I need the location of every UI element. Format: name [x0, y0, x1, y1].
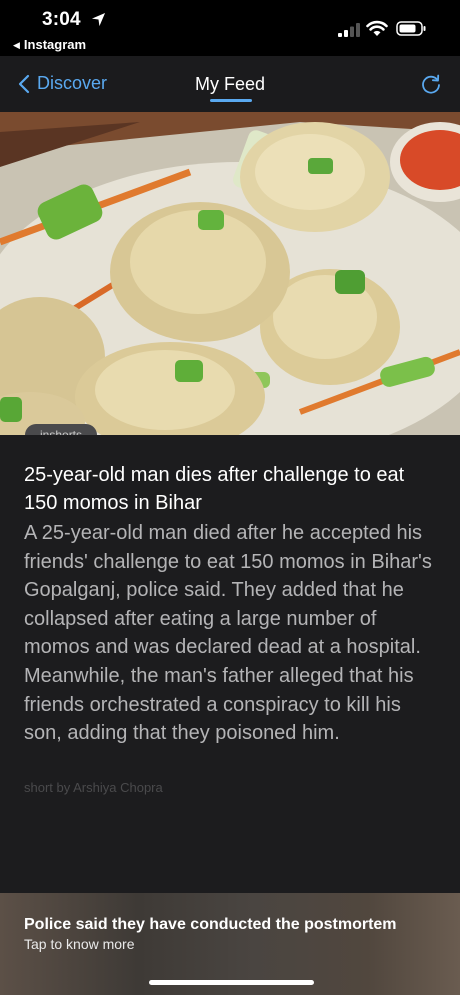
status-time: 3:04 [42, 9, 81, 30]
home-indicator[interactable] [149, 980, 314, 985]
wifi-icon [366, 20, 388, 36]
article-byline: short by Arshiya Chopra [24, 780, 163, 795]
nav-bar: Discover My Feed [0, 56, 460, 112]
status-bar: 3:04 ◀ Instagram [0, 0, 460, 56]
back-triangle-icon: ◀ [13, 40, 20, 50]
cellular-signal-icon [338, 23, 360, 37]
refresh-icon[interactable] [420, 73, 442, 95]
related-story-banner[interactable]: Police said they have conducted the post… [0, 893, 460, 995]
article-image [0, 112, 460, 435]
tab-my-feed[interactable]: My Feed [0, 74, 460, 95]
back-to-app-button[interactable]: ◀ Instagram [13, 37, 86, 52]
banner-title: Police said they have conducted the post… [24, 916, 397, 933]
location-arrow-icon [91, 12, 106, 27]
banner-subtitle: Tap to know more [24, 936, 135, 952]
active-tab-indicator [210, 99, 252, 102]
article-headline[interactable]: 25-year-old man dies after challenge to … [24, 461, 439, 517]
article-body: A 25-year-old man died after he accepted… [24, 522, 432, 745]
article-card: 25-year-old man dies after challenge to … [0, 435, 460, 893]
battery-icon [396, 21, 426, 36]
back-app-label: Instagram [23, 37, 87, 52]
